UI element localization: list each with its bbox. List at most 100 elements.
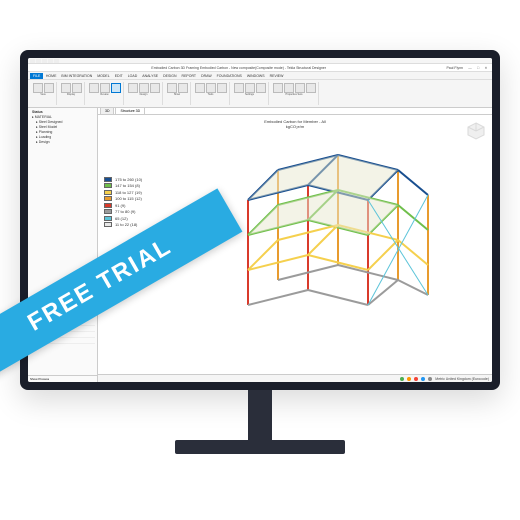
ribbon-grid[interactable] [33,83,43,93]
ribbon-toolbar: View Display Review Design Show Tools Settings… [28,80,492,108]
view-tab-structure[interactable]: Structure 3D [115,108,145,114]
maximize-icon[interactable]: □ [475,65,481,70]
ribbon-bim-status[interactable] [150,83,160,93]
monitor-stand-neck [248,390,272,445]
menu-bim-integration[interactable]: BIM INTEGRATION [59,73,95,79]
legend-row: 65 (12) [104,216,142,221]
legend-row: 100 to 115 (12) [104,196,142,201]
legend-row: 175 to 260 (10) [104,177,142,182]
ribbon-group-label: Show [174,93,180,96]
ribbon-tabular-data[interactable] [195,83,205,93]
menu-design[interactable]: DESIGN [161,73,179,79]
monitor-stand-base [175,440,345,454]
legend-row: 91 (9) [104,203,142,208]
app-screen: Embodied Carbon 3D Framing Embodied Carb… [28,58,492,382]
ribbon-site-work[interactable] [245,83,255,93]
user-label: Paul Flynn [446,66,463,70]
legend-swatch [104,183,112,188]
ribbon-group-label: Properties Sets [285,93,302,96]
legend-row: 11 to 22 (18) [104,222,142,227]
legend-label: 91 (9) [115,203,125,208]
ribbon-group-label: Design [140,93,148,96]
main-body: Status ▸ MATERIAL▸ Steel Designed▸ Steel… [28,108,492,382]
legend-label: 77 to 80 (9) [115,209,135,214]
ribbon-group-label: Review [100,93,108,96]
menu-model[interactable]: MODEL [95,73,112,79]
view-tab-3d[interactable]: 3D [100,108,114,114]
legend-swatch [104,209,112,214]
ribbon-stop-slab[interactable] [295,83,305,93]
legend-row: 77 to 80 (9) [104,209,142,214]
qat-print-icon[interactable] [54,59,59,63]
ribbon-walk[interactable] [72,83,82,93]
legend-row: 147 to 154 (8) [104,183,142,188]
legend-row: 118 to 127 (19) [104,190,142,195]
ribbon-status[interactable] [89,83,99,93]
monitor-frame: Embodied Carbon 3D Framing Embodied Carb… [20,50,500,390]
status-dot-icon [414,377,418,381]
ribbon-floored-area[interactable] [206,83,216,93]
ribbon-concrete-components[interactable] [234,83,244,93]
ribbon-diaphragm-load[interactable] [139,83,149,93]
status-dot-icon [428,377,432,381]
legend-swatch [104,190,112,195]
ribbon-autotrack-design[interactable] [128,83,138,93]
status-dot-icon [400,377,404,381]
ribbon-group-label: Tools [208,93,214,96]
legend-swatch [104,203,112,208]
legend-swatch [104,196,112,201]
ribbon-embodied-carbon[interactable] [111,83,121,93]
menu-edit[interactable]: EDIT [112,73,125,79]
region-label: Metric United Kingdom (Eurocode) [435,377,489,381]
structure-model [228,140,448,320]
menu-bar: FILE HOMEBIM INTEGRATIONMODELEDITLOADANA… [28,72,492,80]
qat-undo-icon[interactable] [36,59,41,63]
ribbon-group-label: Display [67,93,75,96]
menu-analyse[interactable]: ANALYSE [140,73,161,79]
ribbon-slab[interactable] [167,83,177,93]
menu-load[interactable]: LOAD [125,73,140,79]
status-bar: Metric United Kingdom (Eurocode) [98,374,492,382]
legend-label: 11 to 22 (18) [115,222,137,227]
tree-node[interactable]: ▸ Design [30,140,95,145]
minimize-icon[interactable]: — [467,65,473,70]
ribbon-manage[interactable] [273,83,283,93]
view-tabs: 3D Structure 3D [98,108,492,115]
show-process-label[interactable]: Show Process [28,375,97,382]
close-icon[interactable]: ✕ [483,65,489,70]
file-tab[interactable]: FILE [30,73,43,79]
legend-swatch [104,222,112,227]
qat-save-icon[interactable] [30,59,35,63]
ribbon-design[interactable] [100,83,110,93]
color-legend: 175 to 260 (10)147 to 154 (8) 118 to 127 … [104,175,142,229]
status-dot-icon [421,377,425,381]
ribbon-sub-structures[interactable] [217,83,227,93]
legend-swatch [104,177,112,182]
ribbon-model-filters[interactable] [284,83,294,93]
ribbon-depth[interactable] [44,83,54,93]
menu-home[interactable]: HOME [43,73,59,79]
qat-open-icon[interactable] [48,59,53,63]
menu-review[interactable]: REVIEW [267,73,286,79]
legend-label: 147 to 154 (8) [115,183,140,188]
chart-title: Embodied Carbon for Member - All kgCO₂e/… [264,119,326,129]
orientation-cube-icon[interactable] [466,121,486,141]
ribbon-group-label: Settings [245,93,254,96]
qat-redo-icon[interactable] [42,59,47,63]
legend-label: 100 to 115 (12) [115,196,142,201]
menu-draw[interactable]: DRAW [199,73,215,79]
ribbon-group-label: View [40,93,45,96]
ribbon-move-reaction[interactable] [306,83,316,93]
legend-label: 65 (12) [115,216,128,221]
menu-report[interactable]: REPORT [179,73,199,79]
menu-foundations[interactable]: FOUNDATIONS [214,73,244,79]
title-bar: Embodied Carbon 3D Framing Embodied Carb… [28,64,492,72]
legend-swatch [104,216,112,221]
ribbon-depth-fade[interactable] [61,83,71,93]
window-title: Embodied Carbon 3D Framing Embodied Carb… [31,66,446,70]
ribbon-filter[interactable] [178,83,188,93]
status-dot-icon [407,377,411,381]
menu-windows[interactable]: WINDOWS [244,73,267,79]
ribbon-manage-properties[interactable] [256,83,266,93]
legend-label: 118 to 127 (19) [115,190,142,195]
